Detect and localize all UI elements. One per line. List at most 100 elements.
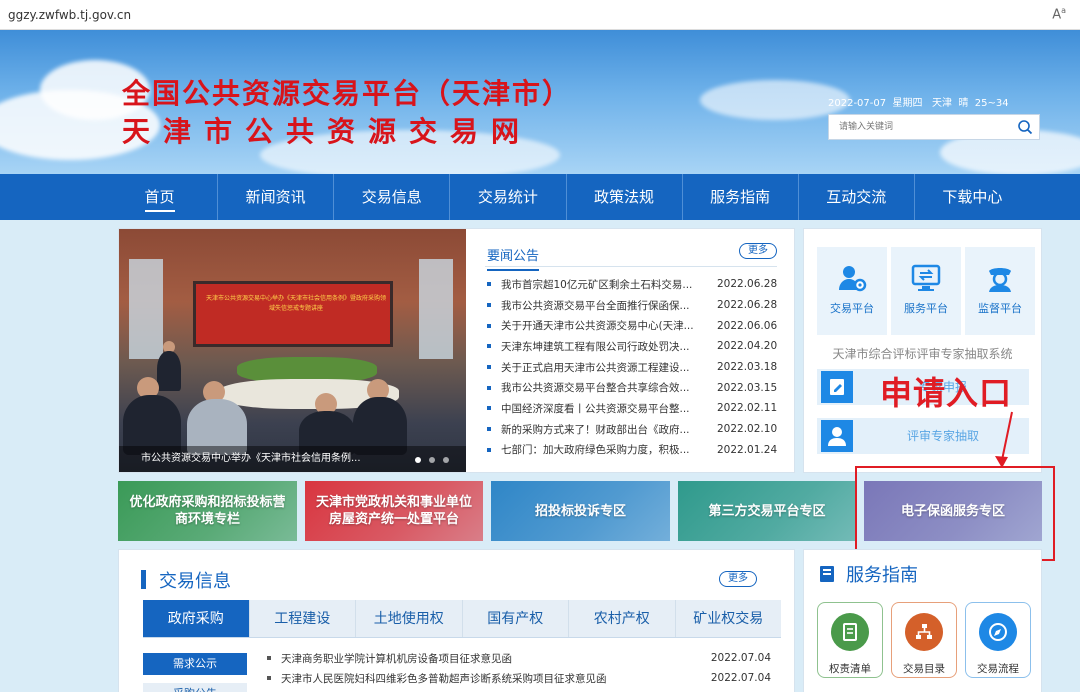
nav-item-trade-stats[interactable]: 交易统计 bbox=[450, 174, 567, 220]
news-section: 天津市公共资源交易中心举办《天津市社会信用条例》暨政府采购领域失信惩戒专题讲座 … bbox=[118, 228, 795, 473]
announcement-item[interactable]: 关于开通天津市公共资源交易中心(天津... 2022.06.06 bbox=[485, 315, 777, 336]
guide-card-trade-catalog[interactable]: 交易目录 bbox=[891, 602, 957, 678]
trade-more-button[interactable]: 更多 bbox=[719, 571, 757, 587]
announcement-date: 2022.04.20 bbox=[717, 340, 778, 353]
announcement-date: 2022.06.28 bbox=[717, 278, 778, 291]
nav-item-downloads[interactable]: 下载中心 bbox=[915, 174, 1030, 220]
url-field[interactable]: ggzy.zwfwb.tj.gov.cn bbox=[8, 8, 131, 22]
supervision-platform-button[interactable]: 监督平台 bbox=[965, 247, 1035, 335]
service-platform-button[interactable]: 服务平台 bbox=[891, 247, 961, 335]
trade-item[interactable]: 天津市人民医院妇科四维彩色多普勒超声诊断系统采购项目征求意见函 2022.07.0… bbox=[267, 668, 771, 688]
procurement-notice-button[interactable]: 采购公告 bbox=[143, 683, 247, 692]
site-title-line1: 全国公共资源交易平台（天津市） bbox=[122, 77, 573, 110]
announcement-title[interactable]: 中国经济深度看丨公共资源交易平台整... bbox=[501, 401, 717, 416]
window-decoration bbox=[129, 259, 163, 359]
user-gear-icon bbox=[839, 266, 867, 292]
trade-info-title[interactable]: 交易信息 bbox=[159, 567, 231, 593]
bullet-icon bbox=[487, 303, 491, 308]
search-icon[interactable] bbox=[1017, 119, 1033, 135]
city-text: 天津 bbox=[932, 98, 953, 109]
announcement-title[interactable]: 我市公共资源交易平台整合共享综合效... bbox=[501, 380, 717, 395]
announcement-item[interactable]: 中国经济深度看丨公共资源交易平台整... 2022.02.11 bbox=[485, 398, 777, 419]
application-entry-annotation: 申请入口 bbox=[880, 374, 1013, 412]
conference-screen: 天津市公共资源交易中心举办《天津市社会信用条例》暨政府采购领域失信惩戒专题讲座 bbox=[193, 281, 393, 347]
nav-item-policy[interactable]: 政策法规 bbox=[567, 174, 683, 220]
news-carousel-image[interactable]: 天津市公共资源交易中心举办《天津市社会信用条例》暨政府采购领域失信惩戒专题讲座 … bbox=[119, 229, 466, 472]
guide-card-trade-process[interactable]: 交易流程 bbox=[965, 602, 1031, 678]
weekday-text: 星期四 bbox=[892, 98, 923, 109]
tile-procurement-business-environment[interactable]: 优化政府采购和招标投标营商环境专栏 bbox=[118, 481, 297, 541]
trade-tabs: 政府采购 工程建设 土地使用权 国有产权 农村产权 矿业权交易 bbox=[143, 600, 781, 638]
trade-tab[interactable]: 国有产权 bbox=[463, 600, 569, 637]
announcement-item[interactable]: 新的采购方式来了！财政部出台《政府... 2022.02.10 bbox=[485, 419, 777, 440]
doc-icon bbox=[831, 613, 869, 651]
announcement-title[interactable]: 关于正式启用天津市公共资源工程建设... bbox=[501, 360, 717, 375]
announcement-date: 2022.06.28 bbox=[717, 299, 778, 312]
nav-item-news[interactable]: 新闻资讯 bbox=[218, 174, 335, 220]
announcement-title[interactable]: 我市公共资源交易平台全面推行保函保... bbox=[501, 298, 717, 313]
announcement-item[interactable]: 七部门：加大政府绿色采购力度，积极... 2022.01.24 bbox=[485, 440, 777, 461]
bullet-icon bbox=[487, 385, 491, 390]
monitor-exchange-icon bbox=[911, 264, 941, 291]
nav-item-service-guide[interactable]: 服务指南 bbox=[683, 174, 799, 220]
trade-item-title[interactable]: 天津市人民医院妇科四维彩色多普勒超声诊断系统采购项目征求意见函 bbox=[281, 671, 701, 686]
trade-tab[interactable]: 政府采购 bbox=[143, 600, 250, 637]
announcement-item[interactable]: 我市首宗超10亿元矿区剩余土石料交易... 2022.06.28 bbox=[485, 274, 777, 295]
date-weather: 2022-07-07 星期四 天津 晴 25~34 bbox=[828, 94, 1009, 109]
announcement-title[interactable]: 七部门：加大政府绿色采购力度，积极... bbox=[501, 442, 717, 457]
announcement-date: 2022.01.24 bbox=[717, 443, 778, 456]
announcement-title[interactable]: 新的采购方式来了！财政部出台《政府... bbox=[501, 422, 717, 437]
guide-card-responsibility-list[interactable]: 权责清单 bbox=[817, 602, 883, 678]
announcement-title[interactable]: 天津东坤建筑工程有限公司行政处罚决... bbox=[501, 339, 717, 354]
announcement-item[interactable]: 我市公共资源交易平台全面推行保函保... 2022.06.28 bbox=[485, 295, 777, 316]
nav-item-interaction[interactable]: 互动交流 bbox=[799, 174, 915, 220]
police-officer-icon bbox=[989, 268, 1011, 292]
carousel-caption[interactable]: 市公共资源交易中心举办《天津市社会信用条例... bbox=[119, 446, 466, 472]
tree-icon bbox=[905, 613, 943, 651]
person-figure bbox=[157, 351, 181, 391]
announcement-title[interactable]: 我市首宗超10亿元矿区剩余土石料交易... bbox=[501, 277, 717, 292]
announcement-item[interactable]: 我市公共资源交易平台整合共享综合效... 2022.03.15 bbox=[485, 377, 777, 398]
tile-third-party-platforms[interactable]: 第三方交易平台专区 bbox=[678, 481, 856, 541]
tile-state-asset-disposal[interactable]: 天津市党政机关和事业单位房屋资产统一处置平台 bbox=[305, 481, 483, 541]
book-icon bbox=[820, 566, 834, 582]
carousel-dot[interactable] bbox=[429, 457, 435, 463]
edit-document-icon bbox=[821, 371, 853, 403]
carousel-dots bbox=[415, 457, 449, 463]
trade-tab[interactable]: 土地使用权 bbox=[356, 600, 463, 637]
trade-tab[interactable]: 矿业权交易 bbox=[676, 600, 782, 637]
bullet-icon bbox=[487, 427, 491, 432]
trade-platform-button[interactable]: 交易平台 bbox=[817, 247, 887, 335]
header-banner: 全国公共资源交易平台（天津市） 天津市公共资源交易网 2022-07-07 星期… bbox=[0, 30, 1080, 174]
nav-item-home[interactable]: 首页 bbox=[102, 174, 219, 220]
trade-tab[interactable]: 工程建设 bbox=[250, 600, 356, 637]
trade-item-date: 2022.07.04 bbox=[710, 652, 771, 664]
announcement-item[interactable]: 关于正式启用天津市公共资源工程建设... 2022.03.18 bbox=[485, 357, 777, 378]
user-card-icon bbox=[821, 420, 853, 452]
carousel-dot[interactable] bbox=[415, 457, 421, 463]
announcement-date: 2022.06.06 bbox=[717, 319, 778, 332]
compass-icon bbox=[979, 613, 1017, 651]
announcements-more-button[interactable]: 更多 bbox=[739, 243, 777, 259]
reader-mode-icon[interactable]: Aa bbox=[1052, 6, 1066, 22]
bullet-icon bbox=[487, 406, 491, 411]
date-text: 2022-07-07 bbox=[828, 98, 887, 109]
nav-item-trade-info[interactable]: 交易信息 bbox=[334, 174, 451, 220]
tile-bidding-complaints[interactable]: 招投标投诉专区 bbox=[491, 481, 670, 541]
announcements-title[interactable]: 要闻公告 bbox=[487, 245, 540, 271]
trade-item[interactable]: 天津商务职业学院计算机机房设备项目征求意见函 2022.07.04 bbox=[267, 648, 771, 668]
demand-notice-button[interactable]: 需求公示 bbox=[143, 653, 247, 675]
carousel-dot[interactable] bbox=[443, 457, 449, 463]
announcement-date: 2022.02.10 bbox=[717, 423, 778, 436]
announcement-title[interactable]: 关于开通天津市公共资源交易中心(天津... bbox=[501, 318, 717, 333]
search-input[interactable] bbox=[829, 115, 1009, 139]
window-decoration bbox=[419, 259, 453, 359]
announcement-date: 2022.03.15 bbox=[717, 381, 778, 394]
annotation-highlight-box bbox=[855, 466, 1055, 561]
service-guide-title[interactable]: 服务指南 bbox=[846, 561, 918, 587]
announcement-date: 2022.02.11 bbox=[717, 402, 778, 415]
announcement-item[interactable]: 天津东坤建筑工程有限公司行政处罚决... 2022.04.20 bbox=[485, 336, 777, 357]
trade-tab[interactable]: 农村产权 bbox=[569, 600, 676, 637]
trade-item-title[interactable]: 天津商务职业学院计算机机房设备项目征求意见函 bbox=[281, 651, 701, 666]
announcements-list: 我市首宗超10亿元矿区剩余土石料交易... 2022.06.28 我市公共资源交易平… bbox=[485, 274, 777, 460]
